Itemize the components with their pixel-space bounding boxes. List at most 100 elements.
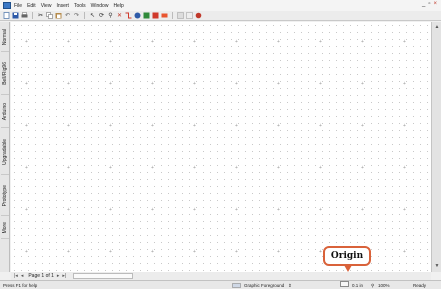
window-controls: _ ▫ × [422,1,437,7]
tab-bellrig[interactable]: Bell/Rig96 [1,53,9,95]
tab-prototype[interactable]: Prototype [1,176,9,216]
menu-insert[interactable]: Insert [56,3,69,9]
menu-view[interactable]: View [41,3,52,9]
grid-cross-icon: + [277,81,280,87]
grid-cross-icon: + [235,39,238,45]
tab-normal[interactable]: Normal [1,24,9,52]
tab-label: Upgradable [2,138,8,165]
grid-cross-icon: + [403,39,406,45]
grid-cross-icon: + [25,207,28,213]
new-icon[interactable] [3,12,10,19]
paste-icon[interactable] [55,12,62,19]
grid-cross-icon: + [151,207,154,213]
grid-cross-icon: + [67,81,70,87]
grid-cross-icon: + [235,207,238,213]
menu-tools[interactable]: Tools [74,3,86,9]
grid-cross-icon: + [193,249,196,255]
export-icon[interactable] [177,12,184,19]
grid-cross-icon: + [319,39,322,45]
restore-icon[interactable]: ▫ [428,1,430,7]
delete-icon[interactable]: ✕ [116,12,123,19]
status-help-text: Press F1 for help [3,283,38,288]
text-icon[interactable] [152,12,159,19]
last-page-icon[interactable]: ▸| [62,273,66,279]
grid-cross-icon: + [319,249,322,255]
drawing-canvas[interactable]: + + + + + + + + + + + + + + + + + + + + + + + + + + + + + + + + + + + + + + + +… [11,22,431,272]
vertical-scrollbar[interactable]: ▲ ▼ [431,22,441,272]
rotate-icon[interactable]: ⟳ [98,12,105,19]
run-icon[interactable] [186,12,193,19]
save-icon[interactable] [12,12,19,19]
grid-cross-icon: + [193,81,196,87]
grid-cross-icon: + [319,123,322,129]
redo-icon[interactable]: ↷ [73,12,80,19]
grid-cross-icon: + [151,81,154,87]
menu-edit[interactable]: Edit [27,3,36,9]
grid-cross-icon: + [361,39,364,45]
toolbar-separator [84,12,85,19]
toolbar-separator [32,12,33,19]
grid-cross-icon: + [25,249,28,255]
horizontal-scrollbar[interactable] [73,273,134,279]
minimize-icon[interactable]: _ [422,1,425,7]
page-navigation: |◂ ◂ Page 1 of 1 ▸ ▸| [11,272,431,280]
grid-icon[interactable] [161,12,168,19]
status-zoom[interactable]: 100% [378,283,390,288]
grid-cross-icon: + [193,165,196,171]
grid-cross-icon: + [151,165,154,171]
prev-page-icon[interactable]: ◂ [21,273,24,279]
status-grid[interactable]: 0.1 in [352,283,363,288]
grid-cross-icon: + [25,81,28,87]
grid-cross-icon: + [319,81,322,87]
zoom-icon[interactable]: ⚲ [107,12,114,19]
first-page-icon[interactable]: |◂ [14,273,18,279]
scroll-down-icon[interactable]: ▼ [433,262,441,270]
tab-label: More [2,221,8,234]
grid-cross-icon: + [109,207,112,213]
copy-icon[interactable] [46,12,53,19]
zoom-status-icon[interactable]: ⚲ [371,283,374,289]
undo-icon[interactable]: ↶ [64,12,71,19]
grid-cross-icon: + [277,165,280,171]
grid-cross-icon: + [109,165,112,171]
grid-cross-icon: + [235,249,238,255]
grid-cross-icon: + [151,123,154,129]
pointer-icon[interactable]: ↖ [89,12,96,19]
next-page-icon[interactable]: ▸ [57,273,60,279]
tab-arduino[interactable]: Arduino [1,96,9,128]
scroll-up-icon[interactable]: ▲ [433,23,441,31]
menu-bar: File Edit View Insert Tools Window Help … [0,0,441,11]
app-logo-icon [3,2,11,9]
grid-cross-icon: + [235,81,238,87]
color-icon[interactable] [143,12,150,19]
tab-upgradable[interactable]: Upgradable [1,129,9,175]
menu-help[interactable]: Help [113,3,123,9]
grid-cross-icon: + [277,207,280,213]
origin-marker[interactable] [340,281,349,287]
grid-cross-icon: + [193,39,196,45]
cut-icon[interactable]: ✂ [37,12,44,19]
grid-cross-icon: + [67,207,70,213]
print-icon[interactable] [21,12,28,19]
tab-label: Bell/Rig96 [2,62,8,85]
grid-cross-icon: + [67,39,70,45]
menu-window[interactable]: Window [91,3,109,9]
grid-cross-icon: + [235,123,238,129]
layer-dropdown-icon[interactable]: ⇕ [288,283,292,289]
grid-cross-icon: + [25,165,28,171]
page-indicator: Page 1 of 1 [28,273,54,279]
grid-cross-icon: + [109,123,112,129]
tab-label: Normal [2,29,8,46]
status-layer[interactable]: Graphic Foreground [244,283,284,288]
menu-file[interactable]: File [14,3,22,9]
grid-cross-icon: + [235,165,238,171]
settings-icon[interactable] [195,12,202,19]
close-icon[interactable]: × [433,1,437,7]
grid-cross-icon: + [403,207,406,213]
wire-icon[interactable] [125,12,132,19]
tab-more[interactable]: More [1,217,9,239]
grid-cross-icon: + [403,165,406,171]
layer-icon[interactable] [232,283,241,289]
toolbar-separator [172,12,173,19]
component-icon[interactable] [134,12,141,19]
